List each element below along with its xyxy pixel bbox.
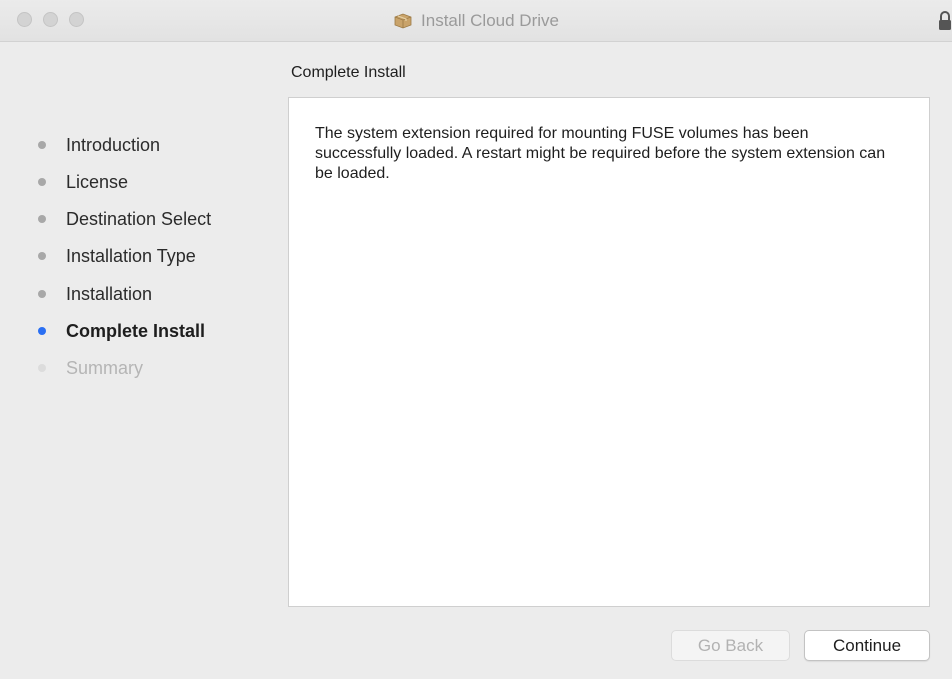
step-status-dot xyxy=(38,178,46,186)
installer-window: Install Cloud Drive Introduction License… xyxy=(0,0,952,679)
step-label: Complete Install xyxy=(66,320,206,341)
step-installation-type: Installation Type xyxy=(38,244,196,268)
step-destination-select: Destination Select xyxy=(38,207,211,231)
title-bar[interactable]: Install Cloud Drive xyxy=(0,0,952,42)
step-status-dot xyxy=(38,290,46,298)
content-pane: The system extension required for mounti… xyxy=(288,97,930,607)
step-summary: Summary xyxy=(38,356,143,380)
status-message: The system extension required for mounti… xyxy=(315,125,886,182)
step-label: License xyxy=(66,171,129,192)
step-installation: Installation xyxy=(38,282,152,306)
window-title-group: Install Cloud Drive xyxy=(0,0,952,42)
step-label: Installation Type xyxy=(66,245,196,266)
step-status-dot xyxy=(38,364,46,372)
installer-box-icon xyxy=(393,12,413,30)
step-license: License xyxy=(38,170,128,194)
go-back-button[interactable]: Go Back xyxy=(671,630,790,661)
step-status-dot xyxy=(38,252,46,260)
step-label: Installation xyxy=(66,283,153,304)
step-status-dot xyxy=(38,327,46,335)
pane-title: Complete Install xyxy=(291,64,406,81)
step-status-dot xyxy=(38,215,46,223)
step-label: Destination Select xyxy=(66,208,212,229)
window-title: Install Cloud Drive xyxy=(421,11,559,30)
continue-button[interactable]: Continue xyxy=(804,630,930,661)
lock-icon xyxy=(938,10,952,32)
step-complete-install: Complete Install xyxy=(38,319,205,343)
step-introduction: Introduction xyxy=(38,133,160,157)
step-label: Summary xyxy=(66,357,144,378)
step-status-dot xyxy=(38,141,46,149)
step-label: Introduction xyxy=(66,134,161,155)
